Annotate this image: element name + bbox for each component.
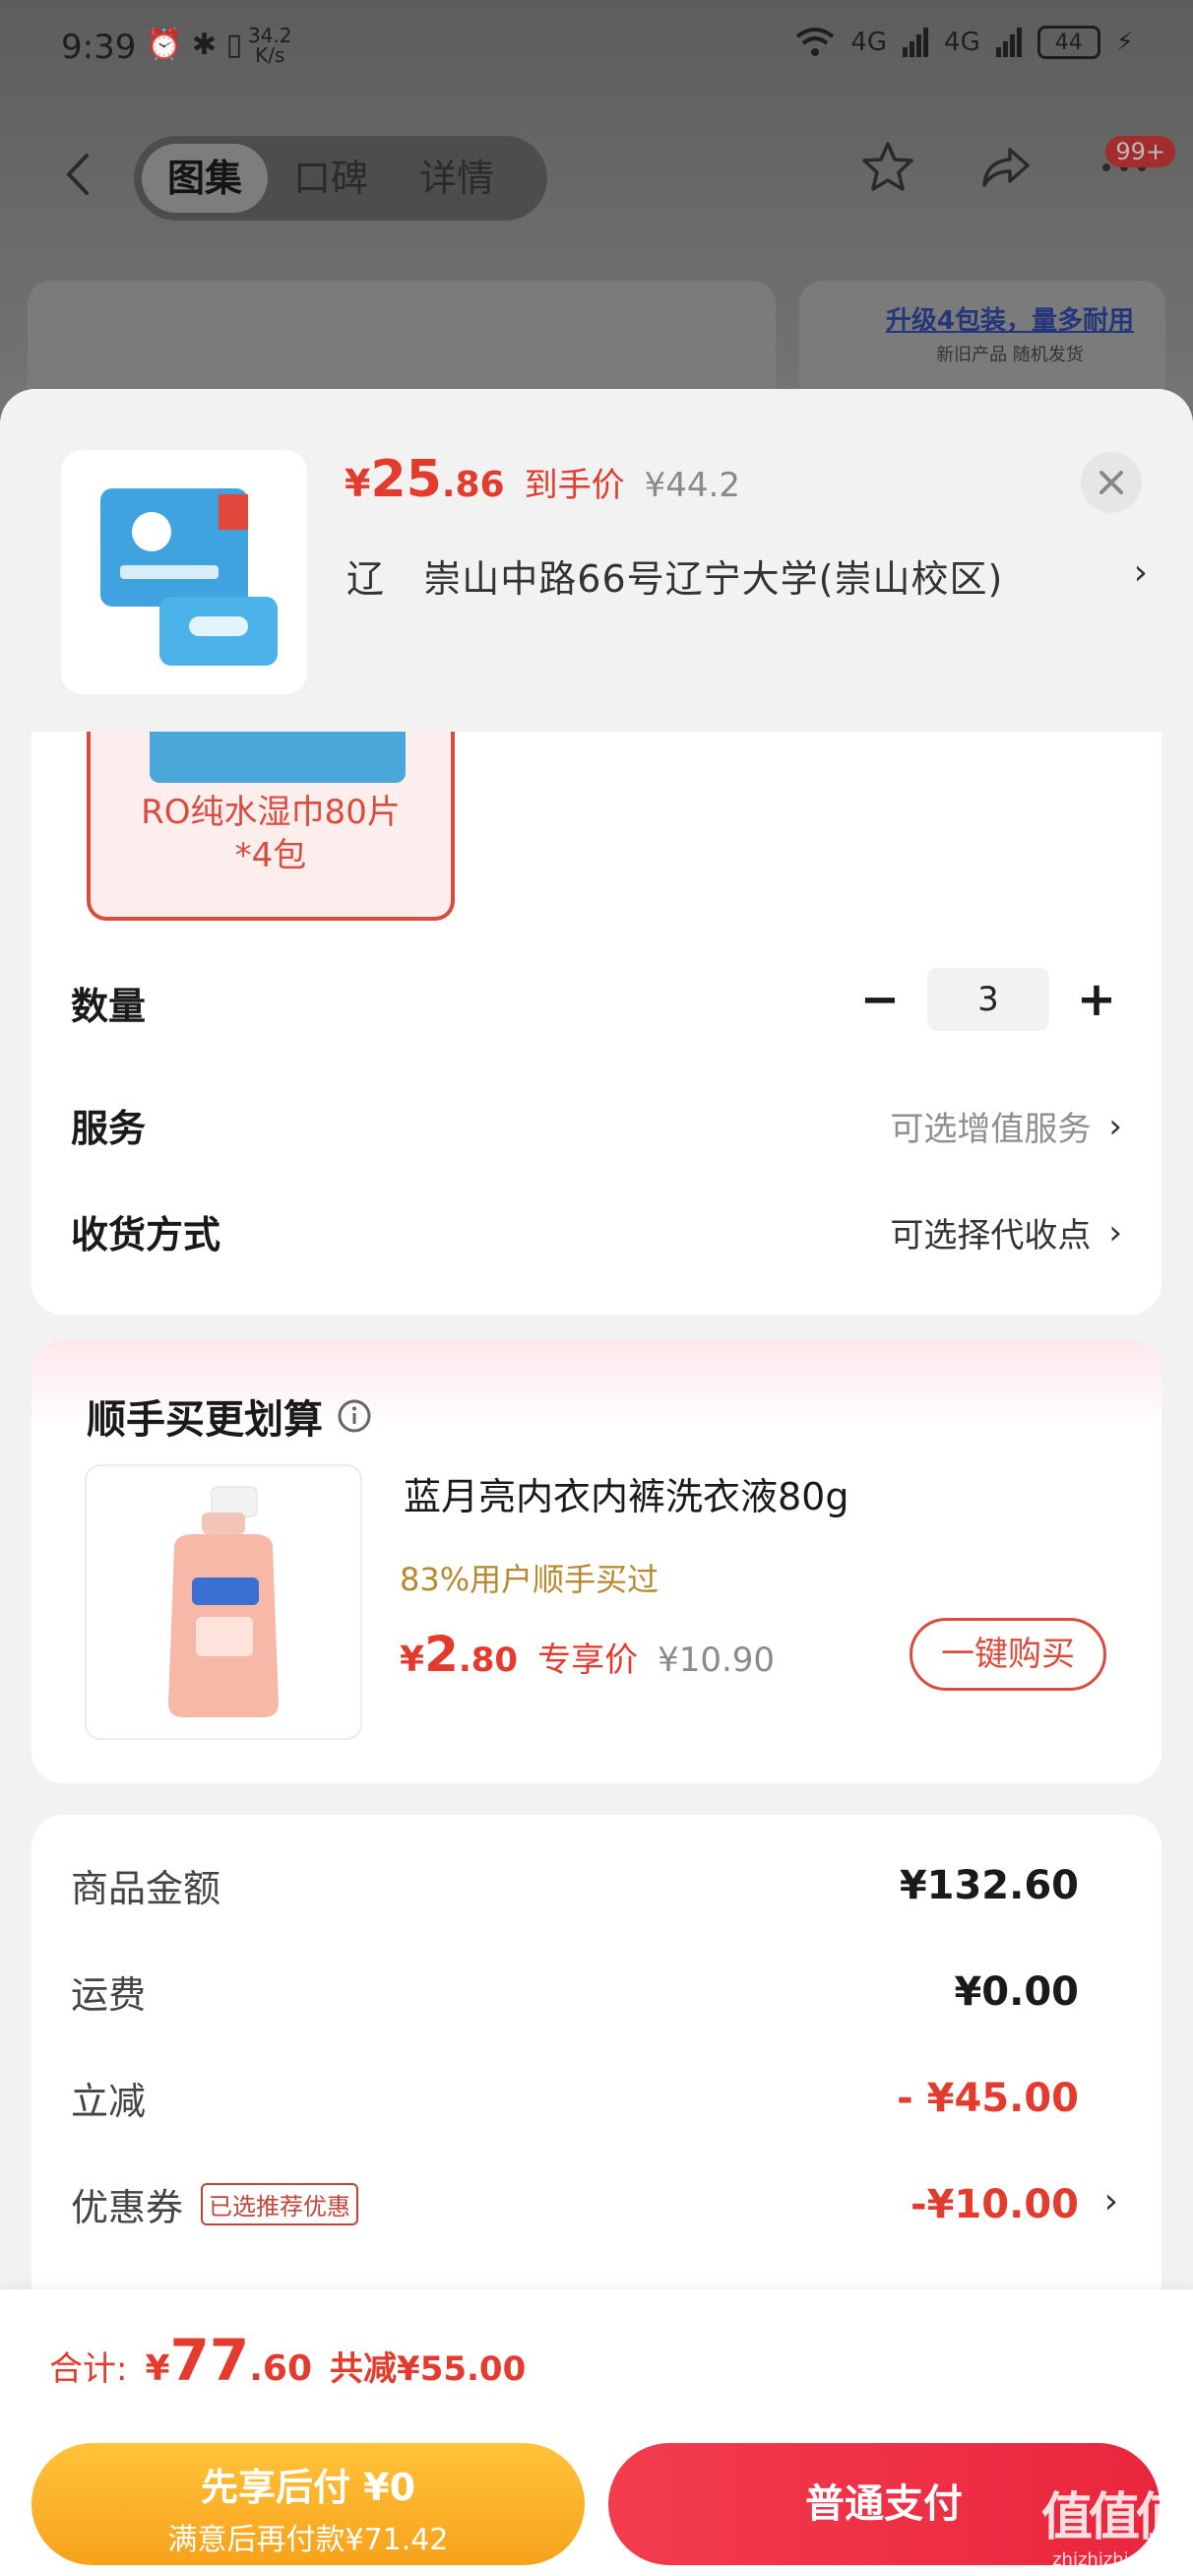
wifi-icon xyxy=(796,28,835,56)
pay-later-subtext: 满意后再付款¥71.42 xyxy=(167,2523,449,2557)
message-count-badge: 99+ xyxy=(1105,136,1175,167)
pay-later-button[interactable]: 先享后付 ¥0 满意后再付款¥71.42 xyxy=(31,2443,585,2565)
total-amount: ¥77.60 xyxy=(145,2327,313,2394)
tab-details[interactable]: 详情 xyxy=(394,144,520,213)
shipping-address[interactable]: 辽 崇山中路66号辽宁大学(崇山校区) xyxy=(346,548,1003,603)
status-right-icons: 4G 4G 44 ⚡ xyxy=(795,26,1134,59)
background-promo-text: 升级4包装，量多耐用 新旧产品 随机发货 xyxy=(885,306,1134,365)
network-speed: 34.2 K/s xyxy=(248,24,292,67)
signal-bars-icon xyxy=(903,28,929,57)
shipping-fee-label: 运费 xyxy=(71,1973,147,2017)
addon-original-price: ¥10.90 xyxy=(658,1641,776,1680)
service-selector[interactable]: 可选增值服务 › xyxy=(890,1102,1122,1150)
signal-4g-icon-2: 4G xyxy=(944,28,980,57)
variant-image xyxy=(150,732,406,783)
signal-4g-icon: 4G xyxy=(850,28,888,57)
quantity-stepper: − 3 + xyxy=(850,968,1126,1031)
subtotal-value: ¥132.60 xyxy=(899,1862,1079,1908)
total-saved: 共减¥55.00 xyxy=(330,2350,527,2389)
signal-bars-icon-2 xyxy=(995,28,1022,57)
addon-recommendation-panel: 顺手买更划算 蓝月亮内衣内裤洗衣液80g 83%用户顺手买过 ¥2.80 专享价… xyxy=(31,1340,1162,1783)
delivery-method-value: 可选择代收点 xyxy=(890,1216,1092,1256)
summary-row-discount: 立减 - ¥45.00 xyxy=(71,2071,1079,2125)
instant-discount-value: - ¥45.00 xyxy=(897,2075,1079,2121)
summary-row-coupon[interactable]: 优惠券 已选推荐优惠 -¥10.00 xyxy=(71,2177,1079,2231)
final-price-label: 到手价 xyxy=(524,466,625,505)
addon-social-proof: 83%用户顺手买过 xyxy=(400,1561,659,1598)
options-panel: RO纯水湿巾80片 *4包 数量 − 3 + 服务 可选增值服务 › 收货方式 … xyxy=(31,732,1162,1315)
close-button[interactable] xyxy=(1081,452,1142,513)
final-price: ¥25.86 xyxy=(345,450,505,509)
background-page: 9:39 ⏰ ✱ ▯ 34.2 K/s 4G 4G 44 ⚡ 图集 口碑 详情 … xyxy=(0,0,1193,419)
total-label: 合计: xyxy=(49,2350,128,2389)
pay-later-label: 先享后付 ¥0 xyxy=(200,2466,416,2509)
variant-option-selected[interactable]: RO纯水湿巾80片 *4包 xyxy=(87,732,455,921)
variant-count: *4包 xyxy=(234,836,307,875)
tab-reviews[interactable]: 口碑 xyxy=(268,144,394,213)
addon-product-image[interactable] xyxy=(85,1464,362,1740)
coupon-value: -¥10.00 xyxy=(910,2181,1079,2227)
quantity-decrease-button[interactable]: − xyxy=(850,970,910,1029)
addon-section-title: 顺手买更划算 xyxy=(87,1387,372,1445)
status-bar: 9:39 ⏰ ✱ ▯ 34.2 K/s 4G 4G 44 ⚡ xyxy=(0,0,1193,98)
service-label: 服务 xyxy=(71,1107,147,1150)
status-time: 9:39 xyxy=(61,28,137,67)
price-row: ¥25.86 到手价 ¥44.2 xyxy=(345,450,740,509)
chevron-right-icon: › xyxy=(1108,1212,1122,1253)
favorite-star-icon[interactable] xyxy=(858,138,917,197)
chevron-right-icon: › xyxy=(1108,1106,1122,1146)
product-thumbnail[interactable] xyxy=(61,450,307,694)
summary-row-shipping: 运费 ¥0.00 xyxy=(71,1964,1079,2019)
addon-price-label: 专享价 xyxy=(537,1641,639,1680)
address-chevron-icon[interactable]: › xyxy=(1134,552,1148,593)
quantity-input[interactable]: 3 xyxy=(927,968,1049,1031)
addon-product-name[interactable]: 蓝月亮内衣内裤洗衣液80g xyxy=(404,1466,848,1520)
instant-discount-label: 立减 xyxy=(71,2080,147,2123)
checkout-bar: 合计: ¥77.60 共减¥55.00 先享后付 ¥0 满意后再付款¥71.42… xyxy=(0,2289,1193,2576)
coupon-recommended-tag: 已选推荐优惠 xyxy=(201,2183,359,2225)
delivery-method-label: 收货方式 xyxy=(71,1213,221,1256)
coupon-label: 优惠券 xyxy=(71,2186,184,2229)
quantity-increase-button[interactable]: + xyxy=(1067,970,1126,1029)
purchase-sheet: ¥25.86 到手价 ¥44.2 辽 崇山中路66号辽宁大学(崇山校区) › R… xyxy=(0,389,1193,2576)
detergent-bottle-image xyxy=(168,1486,279,1717)
original-price: ¥44.2 xyxy=(644,466,740,505)
subtotal-label: 商品金额 xyxy=(71,1867,221,1910)
sheet-header: ¥25.86 到手价 ¥44.2 辽 崇山中路66号辽宁大学(崇山校区) › xyxy=(0,389,1193,732)
order-total: 合计: ¥77.60 共减¥55.00 xyxy=(49,2327,526,2394)
share-icon[interactable] xyxy=(976,138,1036,197)
tab-gallery[interactable]: 图集 xyxy=(142,144,269,213)
close-icon xyxy=(1099,471,1123,494)
delivery-method-selector[interactable]: 可选择代收点 › xyxy=(890,1208,1122,1256)
wet-wipes-package-image xyxy=(100,488,278,666)
coupon-chevron-icon[interactable]: › xyxy=(1104,2181,1118,2222)
gallery-tab-switcher: 图集 口碑 详情 xyxy=(134,136,547,221)
site-watermark: 值值值 zhizhizhi.com xyxy=(1040,2488,1187,2570)
addon-price: ¥2.80 xyxy=(400,1626,519,1683)
variant-label: RO纯水湿巾80片 xyxy=(141,793,401,832)
info-icon[interactable] xyxy=(337,1398,372,1434)
charging-icon: ⚡ xyxy=(1115,28,1134,57)
one-click-buy-button[interactable]: 一键购买 xyxy=(910,1618,1106,1691)
service-value: 可选增值服务 xyxy=(890,1110,1092,1149)
quantity-label: 数量 xyxy=(71,985,147,1028)
shipping-fee-value: ¥0.00 xyxy=(954,1968,1079,2015)
back-arrow-icon[interactable] xyxy=(55,150,104,199)
status-notification-icons: ⏰ ✱ ▯ xyxy=(146,28,243,62)
summary-row-subtotal: 商品金额 ¥132.60 xyxy=(71,1858,1079,1912)
battery-icon: 44 xyxy=(1036,26,1100,59)
addon-price-row: ¥2.80 专享价 ¥10.90 xyxy=(400,1626,775,1683)
